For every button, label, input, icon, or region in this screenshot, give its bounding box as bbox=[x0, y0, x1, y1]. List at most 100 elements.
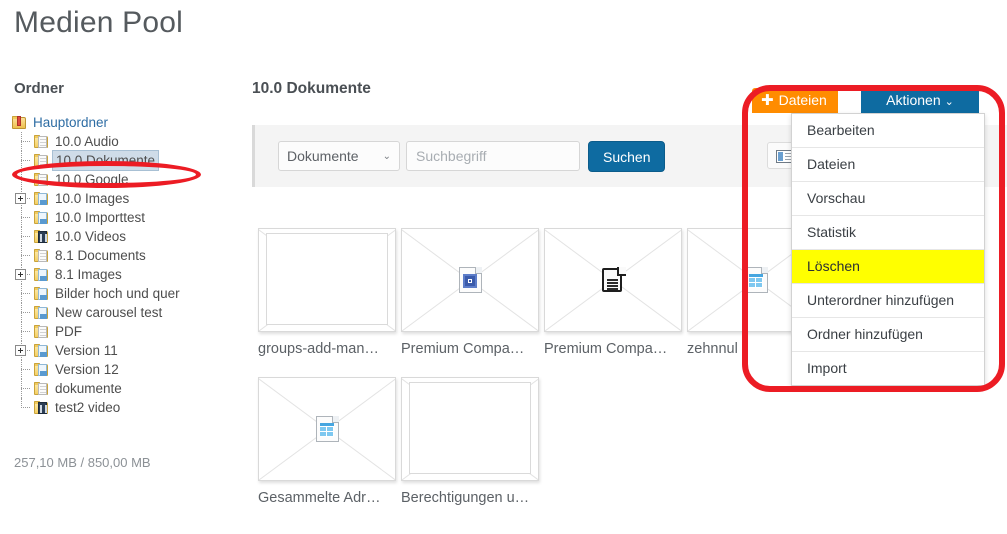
tree-connector bbox=[12, 303, 34, 322]
expand-node-icon[interactable] bbox=[15, 345, 26, 356]
file-card[interactable]: Premium Compa… bbox=[401, 228, 544, 357]
tree-item-label: Hauptordner bbox=[33, 115, 109, 130]
menu-item-bearbeiten[interactable]: Bearbeiten bbox=[792, 114, 984, 148]
folder-tree[interactable]: Hauptordner 10.0 Audio 10.0 Dokumente 10.0 … bbox=[0, 113, 250, 417]
file-thumbnail[interactable] bbox=[544, 228, 682, 332]
file-thumbnail[interactable] bbox=[258, 377, 396, 481]
folder-doc-icon bbox=[34, 172, 49, 187]
tree-connector bbox=[12, 227, 34, 246]
media-pool-page: Medien Pool Ordner Hauptordner 10.0 Audio… bbox=[0, 0, 1007, 534]
tree-connector bbox=[12, 284, 34, 303]
tree-item-dokumente[interactable]: dokumente bbox=[12, 379, 250, 398]
tree-item-label: 10.0 Videos bbox=[55, 229, 127, 244]
folder-image-icon bbox=[34, 343, 49, 358]
tree-item-new-carousel-test[interactable]: New carousel test bbox=[12, 303, 250, 322]
excel-file-icon bbox=[745, 267, 768, 293]
tree-item-label: Bilder hoch und quer bbox=[55, 286, 180, 301]
tree-item-8-1-documents[interactable]: 8.1 Documents bbox=[12, 246, 250, 265]
tree-item-label: 10.0 Google bbox=[55, 172, 129, 187]
folder-image-icon bbox=[34, 305, 49, 320]
file-thumbnail[interactable] bbox=[258, 228, 396, 332]
tree-item-label: 8.1 Documents bbox=[55, 248, 146, 263]
chevron-down-icon: ⌄ bbox=[944, 95, 954, 108]
search-type-value: Dokumente bbox=[287, 148, 359, 164]
plus-icon: ✚ bbox=[761, 91, 774, 109]
folder-image-icon bbox=[34, 267, 49, 282]
menu-item-dateien[interactable]: Dateien bbox=[792, 148, 984, 182]
file-card[interactable]: groups-add-man… bbox=[258, 228, 401, 357]
tree-item-version-12[interactable]: Version 12 bbox=[12, 360, 250, 379]
menu-item-vorschau[interactable]: Vorschau bbox=[792, 182, 984, 216]
folder-sidebar: Ordner Hauptordner 10.0 Audio 10.0 Dokumen… bbox=[0, 80, 250, 470]
menu-item-statistik[interactable]: Statistik bbox=[792, 216, 984, 250]
tree-item-label: Version 12 bbox=[55, 362, 119, 377]
tree-item-label: test2 video bbox=[55, 400, 121, 415]
tree-item-10-0-google[interactable]: 10.0 Google bbox=[12, 170, 250, 189]
actions-dropdown-menu[interactable]: Bearbeiten Dateien Vorschau Statistik Lösche… bbox=[791, 113, 985, 386]
chevron-down-icon: ⌄ bbox=[382, 150, 391, 162]
tree-item-hauptordner[interactable]: Hauptordner bbox=[12, 113, 250, 132]
folder-image-icon bbox=[34, 286, 49, 301]
tree-item-label: 10.0 Dokumente bbox=[52, 150, 160, 171]
search-input[interactable]: Suchbegriff bbox=[406, 141, 580, 171]
folder-doc-icon bbox=[34, 153, 49, 168]
file-name-label: groups-add-man… bbox=[258, 341, 379, 357]
file-name-label: Gesammelte Adr… bbox=[258, 490, 381, 506]
menu-item-löschen[interactable]: Löschen bbox=[792, 250, 984, 284]
tree-item-pdf[interactable]: PDF bbox=[12, 322, 250, 341]
menu-item-unterordner-hinzufügen[interactable]: Unterordner hinzufügen bbox=[792, 284, 984, 318]
actions-label: Aktionen bbox=[886, 92, 941, 108]
folder-open-icon bbox=[12, 115, 27, 130]
tree-item-10-0-videos[interactable]: 10.0 Videos bbox=[12, 227, 250, 246]
file-name-label: Berechtigungen u… bbox=[401, 490, 530, 506]
tree-connector bbox=[12, 265, 34, 284]
folder-doc-icon bbox=[34, 134, 49, 149]
tree-connector bbox=[12, 379, 34, 398]
menu-item-import[interactable]: Import bbox=[792, 352, 984, 385]
expand-node-icon[interactable] bbox=[15, 193, 26, 204]
tree-connector bbox=[12, 341, 34, 360]
search-button[interactable]: Suchen bbox=[588, 140, 666, 172]
folder-doc-icon bbox=[34, 381, 49, 396]
tree-item-label: 10.0 Audio bbox=[55, 134, 119, 149]
tree-connector bbox=[12, 189, 34, 208]
folder-video-icon bbox=[34, 229, 49, 244]
expand-node-icon[interactable] bbox=[15, 269, 26, 280]
tree-connector bbox=[12, 208, 34, 227]
file-thumbnail[interactable] bbox=[401, 377, 539, 481]
tree-connector bbox=[12, 322, 34, 341]
tree-item-10-0-dokumente[interactable]: 10.0 Dokumente bbox=[12, 150, 250, 171]
tree-item-10-0-images[interactable]: 10.0 Images bbox=[12, 189, 250, 208]
tree-item-label: dokumente bbox=[55, 381, 122, 396]
file-card[interactable]: Berechtigungen u… bbox=[401, 377, 544, 506]
pdf-file-icon bbox=[600, 267, 626, 293]
folder-doc-icon bbox=[34, 248, 49, 263]
tree-item-label: 8.1 Images bbox=[55, 267, 122, 282]
add-files-button[interactable]: ✚ Dateien bbox=[752, 88, 838, 113]
tree-connector bbox=[12, 398, 34, 417]
folder-doc-icon bbox=[34, 324, 49, 339]
file-name-label: Premium Compa… bbox=[544, 341, 668, 357]
actions-dropdown-button[interactable]: Aktionen ⌄ bbox=[861, 88, 979, 113]
file-card[interactable]: Premium Compa… bbox=[544, 228, 687, 357]
menu-item-ordner-hinzufügen[interactable]: Ordner hinzufügen bbox=[792, 318, 984, 352]
tree-item-test2-video[interactable]: test2 video bbox=[12, 398, 250, 417]
document-preview bbox=[266, 233, 388, 325]
tree-item-bilder-hoch-und-quer[interactable]: Bilder hoch und quer bbox=[12, 284, 250, 303]
file-thumbnail[interactable] bbox=[401, 228, 539, 332]
search-type-select[interactable]: Dokumente ⌄ bbox=[278, 141, 400, 171]
tree-item-8-1-images[interactable]: 8.1 Images bbox=[12, 265, 250, 284]
document-preview bbox=[409, 382, 531, 474]
word-file-icon bbox=[459, 267, 482, 293]
storage-quota-text: 257,10 MB / 850,00 MB bbox=[14, 455, 151, 470]
tree-item-10-0-audio[interactable]: 10.0 Audio bbox=[12, 132, 250, 151]
tree-connector bbox=[12, 246, 34, 265]
tree-item-label: 10.0 Importtest bbox=[55, 210, 146, 225]
page-title: Medien Pool bbox=[14, 6, 183, 39]
file-card[interactable]: Gesammelte Adr… bbox=[258, 377, 401, 506]
tree-item-version-11[interactable]: Version 11 bbox=[12, 341, 250, 360]
folder-image-icon bbox=[34, 191, 49, 206]
folder-image-icon bbox=[34, 362, 49, 377]
tree-item-10-0-importtest[interactable]: 10.0 Importtest bbox=[12, 208, 250, 227]
tree-item-label: Version 11 bbox=[55, 343, 118, 358]
